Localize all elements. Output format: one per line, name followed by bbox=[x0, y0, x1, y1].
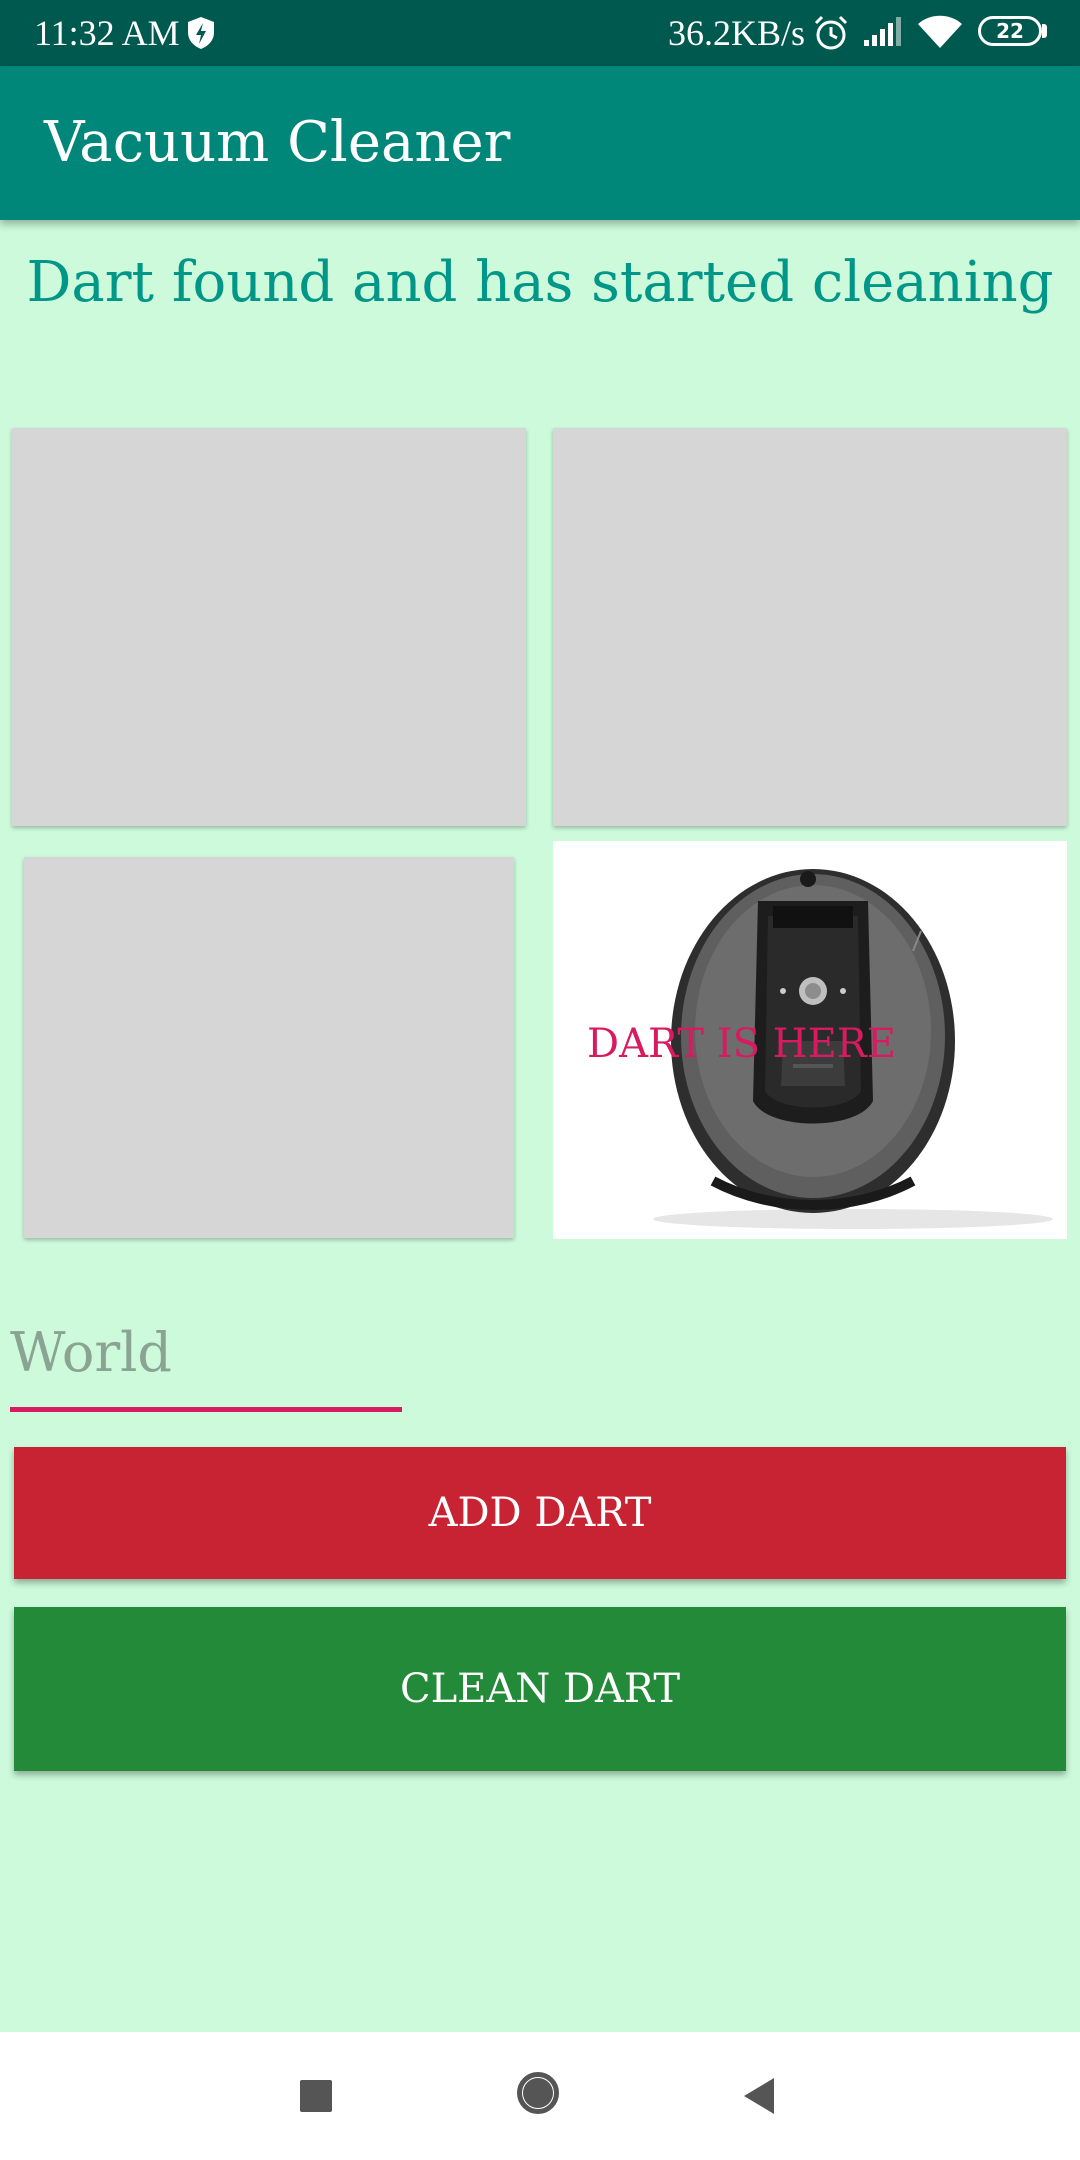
alarm-icon bbox=[814, 15, 848, 50]
battery-tip bbox=[1042, 24, 1047, 38]
back-triangle-icon[interactable] bbox=[742, 2076, 776, 2116]
grid-tile-3[interactable] bbox=[24, 857, 514, 1238]
recents-square-icon[interactable] bbox=[300, 2080, 332, 2112]
clean-dart-button[interactable]: CLEAN DART bbox=[14, 1607, 1066, 1771]
home-circle-inner bbox=[523, 2078, 553, 2108]
dart-location-label: DART IS HERE bbox=[587, 1021, 897, 1067]
network-speed: 36.2KB/s bbox=[668, 13, 806, 53]
status-time: 11:32 AM bbox=[34, 13, 180, 53]
add-dart-button[interactable]: ADD DART bbox=[14, 1447, 1066, 1579]
shield-icon bbox=[188, 17, 214, 49]
grid-tile-2[interactable] bbox=[553, 428, 1067, 826]
app-title: Vacuum Cleaner bbox=[44, 110, 511, 175]
status-message: Dart found and has started cleaning bbox=[26, 250, 1054, 315]
grid-tile-1[interactable] bbox=[12, 428, 526, 826]
world-input-underline bbox=[10, 1407, 402, 1412]
navigation-bar bbox=[0, 2032, 1080, 2160]
status-bar: 11:32 AM 36.2KB/s 22 bbox=[0, 0, 1080, 66]
battery-icon: 22 bbox=[978, 16, 1042, 46]
signal-icon bbox=[864, 17, 901, 46]
wifi-icon bbox=[918, 15, 962, 48]
battery-level: 22 bbox=[996, 19, 1024, 43]
app-bar: Vacuum Cleaner bbox=[0, 66, 1080, 220]
grid-tile-4[interactable]: DART IS HERE bbox=[553, 841, 1067, 1239]
world-input[interactable] bbox=[10, 1310, 402, 1394]
world-field[interactable] bbox=[10, 1310, 402, 1412]
